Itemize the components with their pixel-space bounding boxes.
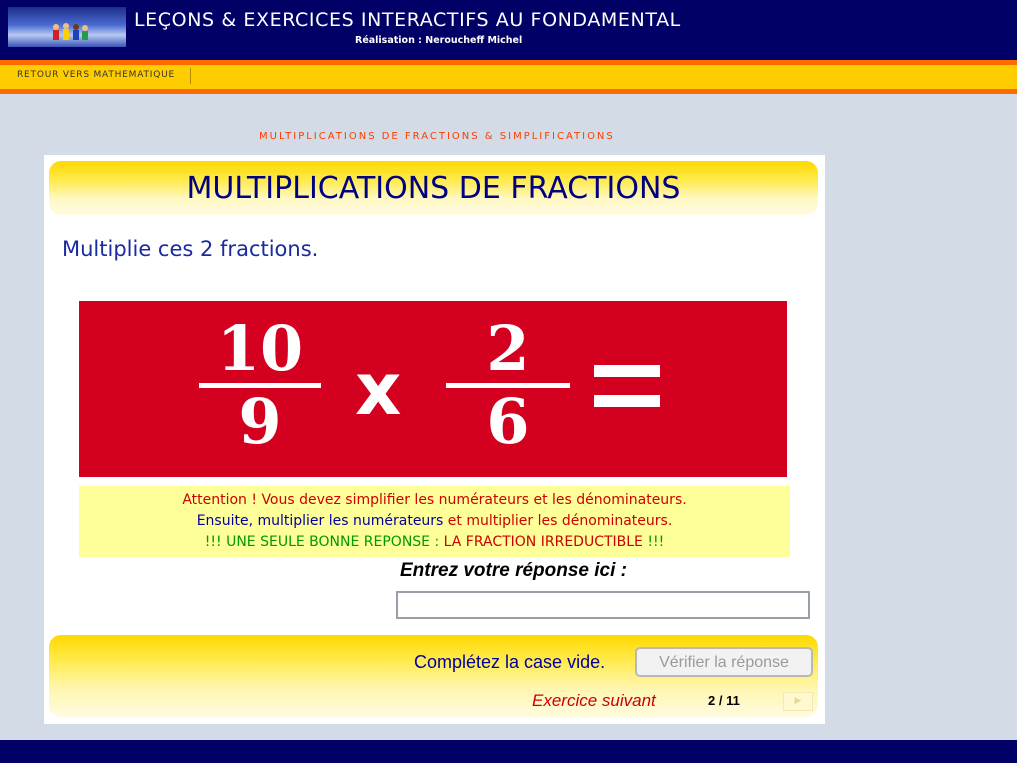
feedback-text: Complétez la case vide.	[414, 652, 606, 672]
exercise-instruction: Multiplie ces 2 fractions.	[62, 237, 319, 261]
site-title: LEÇONS & EXERCICES INTERACTIFS AU FONDAM…	[134, 9, 681, 31]
fraction-2-denominator: 6	[486, 385, 530, 458]
nav-divider	[190, 68, 191, 84]
nav-bar: RETOUR VERS MATHEMATIQUE	[0, 60, 1017, 94]
warning-line-2: Ensuite, multiplier les numérateurs et m…	[79, 511, 790, 532]
site-footer	[0, 740, 1017, 763]
warning-line-1: Attention ! Vous devez simplifier les nu…	[182, 492, 687, 508]
warning-line-3-part-2: LA FRACTION IRREDUCTIBLE	[443, 534, 643, 550]
breadcrumb: MULTIPLICATIONS DE FRACTIONS & SIMPLIFIC…	[259, 131, 615, 142]
fraction-1: 10 9	[199, 317, 321, 454]
exercise-title-bar: MULTIPLICATIONS DE FRACTIONS	[49, 161, 818, 215]
back-to-math-link[interactable]: RETOUR VERS MATHEMATIQUE	[17, 70, 175, 80]
multiply-operator: x	[355, 347, 402, 431]
exercise-counter: 2 / 11	[708, 693, 740, 708]
problem-box: 10 9 x 2 6	[79, 301, 787, 477]
bottom-bar: Complétez la case vide. Vérifier la répo…	[49, 635, 818, 717]
exercise-title: MULTIPLICATIONS DE FRACTIONS	[186, 171, 681, 206]
answer-input[interactable]	[396, 591, 810, 619]
answer-label: Entrez votre réponse ici :	[400, 560, 628, 581]
next-exercise-link[interactable]: Exercice suivant	[532, 691, 656, 711]
fraction-1-numerator: 10	[216, 312, 304, 385]
site-author: Réalisation : Neroucheff Michel	[355, 35, 523, 46]
fraction-1-denominator: 9	[238, 385, 282, 458]
warning-box: Attention ! Vous devez simplifier les nu…	[79, 486, 790, 557]
fraction-2: 2 6	[446, 317, 570, 454]
equals-sign	[594, 365, 660, 409]
warning-line-2-part-1: Ensuite, multiplier les numérateurs	[196, 513, 444, 529]
children-figures-icon	[53, 23, 88, 40]
site-logo	[8, 7, 126, 47]
warning-line-2-part-2: et multiplier les dénominateurs.	[443, 513, 673, 529]
exercise-panel: MULTIPLICATIONS DE FRACTIONS Multiplie c…	[44, 155, 825, 724]
warning-line-3-part-1: !!! UNE SEULE BONNE REPONSE :	[204, 534, 444, 550]
warning-line-3-part-3: !!!	[642, 534, 665, 550]
next-arrow-button[interactable]: ▶	[783, 692, 813, 711]
fraction-2-numerator: 2	[486, 312, 530, 385]
warning-line-3: !!! UNE SEULE BONNE REPONSE : LA FRACTIO…	[79, 532, 790, 553]
verify-answer-button[interactable]: Vérifier la réponse	[635, 647, 813, 677]
site-header: LEÇONS & EXERCICES INTERACTIFS AU FONDAM…	[0, 0, 1017, 60]
